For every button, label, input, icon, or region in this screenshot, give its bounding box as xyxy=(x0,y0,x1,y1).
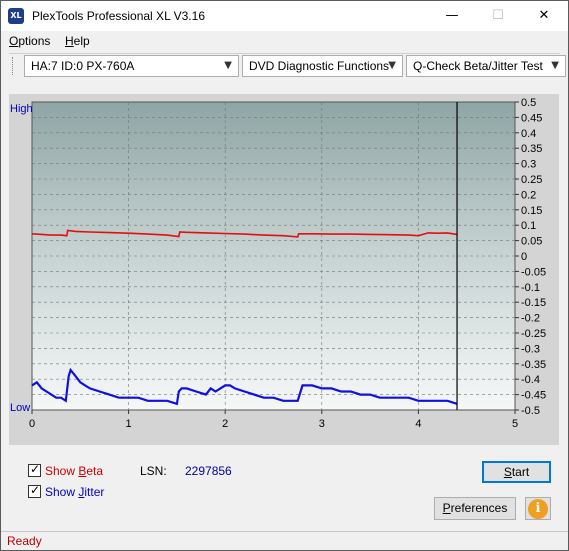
start-mnemonic: S xyxy=(503,465,512,479)
y-tick-label: 0.2 xyxy=(521,189,536,201)
start-button[interactable]: Start xyxy=(482,461,551,483)
toolbar-separator xyxy=(9,53,560,54)
window-title: PlexTools Professional XL V3.16 xyxy=(32,9,205,23)
maximize-button[interactable]: ☐ xyxy=(475,1,521,31)
check-icon: ✓ xyxy=(30,483,41,497)
y-axis-high-label: High xyxy=(10,103,33,115)
y-tick-label: -0.35 xyxy=(521,359,546,371)
y-tick-label: -0.05 xyxy=(521,266,546,278)
y-tick-label: -0.2 xyxy=(521,313,540,325)
chevron-down-icon: ▼ xyxy=(388,60,396,71)
y-tick-label: 0.1 xyxy=(521,220,536,232)
check-icon: ✓ xyxy=(30,462,41,476)
y-tick-label: -0.5 xyxy=(521,405,540,417)
x-tick-label: 5 xyxy=(512,418,518,430)
y-tick-label: 0.05 xyxy=(521,236,542,248)
menu-bar: Options Help xyxy=(1,31,568,51)
y-tick-label: 0.45 xyxy=(521,112,542,124)
start-button-label: tart xyxy=(511,465,530,479)
show-beta-label-suffix: eta xyxy=(86,464,104,478)
app-logo-icon: XL xyxy=(8,8,24,24)
test-select-value: Q-Check Beta/Jitter Test xyxy=(413,59,543,73)
status-text: Ready xyxy=(7,534,42,548)
beta-jitter-chart: 0.5 0.45 0.4 0.35 0.3 0.25 0.2 0.15 0.1 0.05 0 -0.0… xyxy=(10,97,546,430)
y-tick-label: 0.35 xyxy=(521,143,542,155)
x-tick-label: 0 xyxy=(29,418,35,430)
x-tick-label: 1 xyxy=(126,418,132,430)
menu-help-label: elp xyxy=(73,34,90,48)
y-tick-label: 0.15 xyxy=(521,205,542,217)
x-tick-label: 3 xyxy=(319,418,325,430)
y-tick-label: -0.3 xyxy=(521,343,540,355)
preferences-button-label: references xyxy=(450,501,508,515)
menu-options[interactable]: Options xyxy=(9,34,50,48)
menu-help-mnemonic: H xyxy=(65,34,74,48)
drive-select[interactable]: HA:7 ID:0 PX-760A ▼ xyxy=(24,55,239,77)
show-beta-label-prefix: Show xyxy=(45,464,79,478)
y-tick-label: 0.4 xyxy=(521,128,536,140)
function-select-value: DVD Diagnostic Functions xyxy=(249,59,390,73)
y-tick-label: -0.25 xyxy=(521,328,546,340)
y-tick-label: 0.25 xyxy=(521,174,542,186)
y-tick-label: 0 xyxy=(521,251,527,263)
controls-panel: ✓ Show Beta ✓ Show Jitter LSN: 2297856 S… xyxy=(9,452,559,528)
show-jitter-checkbox[interactable]: ✓ xyxy=(28,483,41,498)
preferences-mnemonic: P xyxy=(442,501,451,515)
menu-options-mnemonic: O xyxy=(9,34,19,48)
info-icon: i xyxy=(528,499,548,519)
chevron-down-icon: ▼ xyxy=(551,60,559,71)
show-jitter-label[interactable]: Show Jitter xyxy=(45,485,104,499)
y-tick-label: 0.3 xyxy=(521,159,536,171)
function-select[interactable]: DVD Diagnostic Functions ▼ xyxy=(242,55,403,77)
show-jitter-label-suffix: itter xyxy=(84,485,105,499)
show-jitter-label-prefix: Show xyxy=(45,485,79,499)
show-beta-label[interactable]: Show Beta xyxy=(45,464,103,478)
menu-help[interactable]: Help xyxy=(65,34,90,48)
y-tick-label: -0.45 xyxy=(521,390,546,402)
preferences-button[interactable]: Preferences xyxy=(434,497,516,520)
toolbar-grip[interactable] xyxy=(12,57,15,75)
info-button[interactable]: i xyxy=(525,497,551,520)
y-tick-label: 0.5 xyxy=(521,97,536,109)
y-tick-label: -0.15 xyxy=(521,297,546,309)
title-bar[interactable]: XL PlexTools Professional XL V3.16 — ☐ ✕ xyxy=(1,1,568,31)
menu-options-label: ptions xyxy=(18,34,51,48)
chevron-down-icon: ▼ xyxy=(224,60,232,71)
app-window: XL PlexTools Professional XL V3.16 — ☐ ✕… xyxy=(0,0,569,551)
x-tick-label: 4 xyxy=(415,418,421,430)
chart-panel: 0.5 0.45 0.4 0.35 0.3 0.25 0.2 0.15 0.1 0.05 0 -0.0… xyxy=(9,94,559,445)
lsn-label: LSN: xyxy=(140,464,167,478)
y-tick-label: -0.1 xyxy=(521,282,540,294)
status-bar: Ready xyxy=(1,531,568,550)
lsn-value: 2297856 xyxy=(185,464,232,478)
test-select[interactable]: Q-Check Beta/Jitter Test ▼ xyxy=(406,55,566,77)
drive-select-value: HA:7 ID:0 PX-760A xyxy=(31,59,135,73)
y-axis-low-label: Low xyxy=(10,402,30,414)
minimize-button[interactable]: — xyxy=(429,1,475,31)
x-tick-label: 2 xyxy=(222,418,228,430)
y-tick-label: -0.4 xyxy=(521,374,540,386)
close-button[interactable]: ✕ xyxy=(521,1,567,31)
show-beta-checkbox[interactable]: ✓ xyxy=(28,462,41,477)
